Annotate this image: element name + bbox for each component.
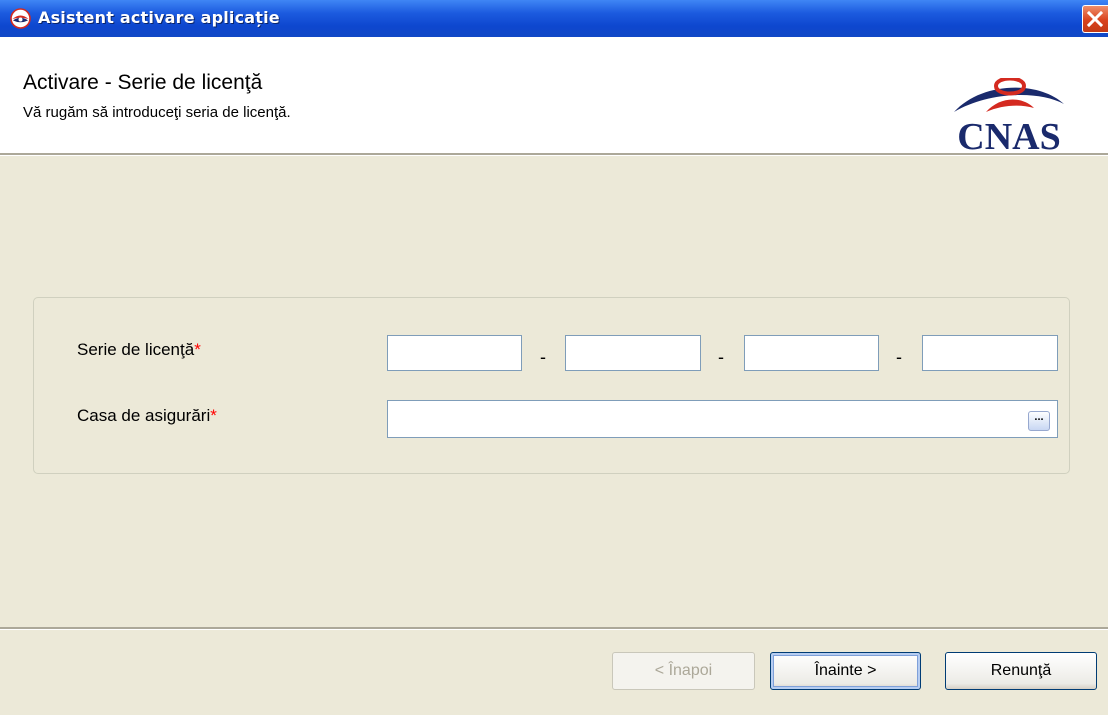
wizard-header: Activare - Serie de licenţă Vă rugăm să … (0, 37, 1108, 153)
insurance-house-input[interactable] (388, 401, 1030, 437)
cancel-button[interactable]: Renunţă (945, 652, 1097, 690)
footer-divider (0, 627, 1108, 630)
license-separator: - (896, 347, 902, 367)
license-label: Serie de licenţă* (77, 340, 201, 360)
insurance-label: Casa de asigurări* (77, 406, 217, 426)
license-group-box (33, 297, 1070, 474)
title-bar[interactable]: Asistent activare aplicație (0, 0, 1108, 37)
window-title: Asistent activare aplicație (38, 8, 280, 27)
insurance-house-field[interactable]: ... (387, 400, 1058, 438)
license-part-3-input[interactable] (744, 335, 879, 371)
activation-wizard-window: Asistent activare aplicație Activare - S… (0, 0, 1108, 715)
next-button[interactable]: Înainte > (770, 652, 921, 690)
required-marker: * (210, 406, 217, 425)
browse-button[interactable]: ... (1028, 411, 1050, 431)
app-icon (10, 8, 31, 29)
license-part-1-input[interactable] (387, 335, 522, 371)
close-button[interactable] (1082, 5, 1108, 33)
insurance-label-text: Casa de asigurări (77, 406, 211, 425)
license-part-4-input[interactable] (922, 335, 1058, 371)
header-divider (0, 153, 1108, 156)
license-label-text: Serie de licenţă (77, 340, 195, 359)
license-separator: - (718, 347, 724, 367)
page-title: Activare - Serie de licenţă (23, 71, 263, 94)
close-icon (1086, 10, 1104, 28)
logo-text: CNAS (957, 116, 1060, 152)
back-button[interactable]: < Înapoi (612, 652, 755, 690)
page-subtitle: Vă rugăm să introduceţi seria de licenţă… (23, 104, 291, 121)
cnas-logo: CNAS (954, 78, 1064, 152)
license-separator: - (540, 347, 546, 367)
license-part-2-input[interactable] (565, 335, 701, 371)
required-marker: * (194, 340, 201, 359)
